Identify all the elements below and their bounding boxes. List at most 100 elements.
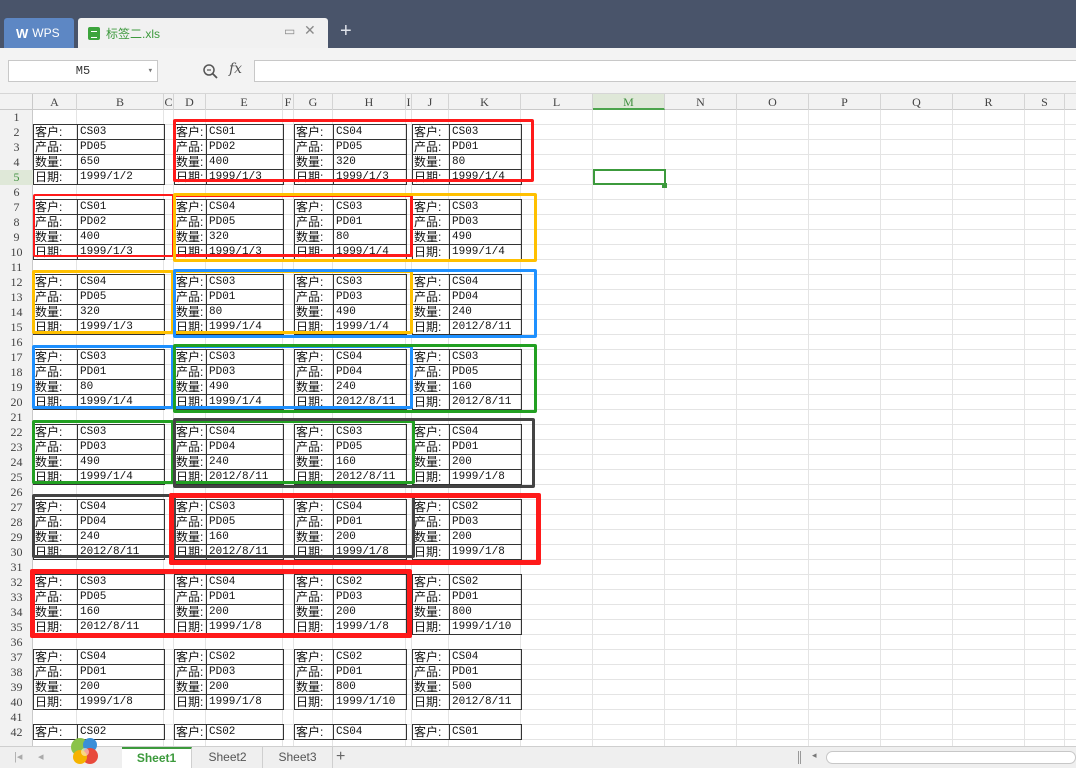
card-field-value[interactable]: PD04 — [450, 290, 522, 304]
scroll-left-icon[interactable]: ◂ — [812, 750, 817, 761]
column-header-l[interactable]: L — [521, 94, 593, 110]
card-field-value[interactable]: 1999/1/3 — [78, 245, 165, 259]
card-field-value[interactable]: CS02 — [334, 650, 407, 664]
column-header-a[interactable]: A — [33, 94, 77, 110]
card-field-value[interactable]: 800 — [334, 680, 407, 694]
column-header-m[interactable]: M — [593, 94, 665, 110]
card-field-value[interactable]: 1999/1/3 — [78, 320, 165, 334]
row-header-6[interactable]: 6 — [0, 185, 33, 200]
card-field-value[interactable]: PD03 — [207, 665, 284, 679]
card-field-value[interactable]: CS04 — [334, 125, 407, 139]
card-field-value[interactable]: 1999/1/4 — [78, 395, 165, 409]
card-field-value[interactable]: PD04 — [334, 365, 407, 379]
card-field-value[interactable]: CS02 — [450, 575, 522, 589]
card-field-value[interactable]: PD01 — [450, 665, 522, 679]
card-field-value[interactable]: PD01 — [450, 590, 522, 604]
close-icon[interactable]: ✕ — [304, 22, 316, 39]
card-field-value[interactable]: CS02 — [450, 500, 522, 514]
sheet-tab-sheet3[interactable]: Sheet3 — [263, 747, 333, 768]
column-header-e[interactable]: E — [206, 94, 283, 110]
row-header-17[interactable]: 17 — [0, 350, 33, 365]
row-header-8[interactable]: 8 — [0, 215, 33, 230]
card-field-value[interactable]: 2012/8/11 — [450, 695, 522, 709]
card-field-value[interactable]: 1999/1/8 — [334, 620, 407, 634]
card-field-value[interactable]: CS01 — [78, 200, 165, 214]
column-header-g[interactable]: G — [294, 94, 333, 110]
card-field-value[interactable]: PD04 — [78, 515, 165, 529]
card-field-value[interactable]: 160 — [450, 380, 522, 394]
card-field-value[interactable]: 200 — [78, 680, 165, 694]
card-field-value[interactable]: CS04 — [334, 500, 407, 514]
horizontal-scrollbar[interactable] — [826, 751, 1076, 764]
name-box[interactable]: M5 ▾ — [8, 60, 158, 82]
row-header-32[interactable]: 32 — [0, 575, 33, 590]
card-field-value[interactable]: 240 — [450, 305, 522, 319]
row-header-40[interactable]: 40 — [0, 695, 33, 710]
row-header-38[interactable]: 38 — [0, 665, 33, 680]
row-header-13[interactable]: 13 — [0, 290, 33, 305]
card-field-value[interactable]: 1999/1/2 — [78, 170, 165, 184]
card-field-value[interactable]: CS03 — [78, 350, 165, 364]
card-field-value[interactable]: 2012/8/11 — [207, 545, 284, 559]
add-sheet-icon[interactable]: + — [336, 747, 345, 767]
card-field-value[interactable]: 200 — [207, 605, 284, 619]
tab-file[interactable]: 标签二.xls ▭ ✕ — [78, 18, 328, 48]
card-field-value[interactable]: PD02 — [78, 215, 165, 229]
card-field-value[interactable]: PD05 — [334, 140, 407, 154]
card-field-value[interactable]: 200 — [334, 605, 407, 619]
card-field-value[interactable]: 1999/1/3 — [207, 170, 284, 184]
card-field-value[interactable]: PD04 — [207, 440, 284, 454]
column-header-b[interactable]: B — [77, 94, 164, 110]
card-field-value[interactable]: 1999/1/8 — [78, 695, 165, 709]
row-header-42[interactable]: 42 — [0, 725, 33, 740]
card-field-value[interactable]: 2012/8/11 — [78, 545, 165, 559]
card-field-value[interactable]: PD01 — [207, 290, 284, 304]
card-field-value[interactable]: PD05 — [207, 215, 284, 229]
row-header-12[interactable]: 12 — [0, 275, 33, 290]
row-header-2[interactable]: 2 — [0, 125, 33, 140]
card-field-value[interactable]: PD01 — [207, 590, 284, 604]
column-header-r[interactable]: R — [953, 94, 1025, 110]
card-field-value[interactable]: 1999/1/4 — [450, 170, 522, 184]
card-field-value[interactable]: PD01 — [78, 665, 165, 679]
card-field-value[interactable]: PD01 — [334, 215, 407, 229]
card-field-value[interactable]: 1999/1/4 — [334, 320, 407, 334]
column-header-h[interactable]: H — [333, 94, 406, 110]
card-field-value[interactable]: 160 — [78, 605, 165, 619]
row-header-7[interactable]: 7 — [0, 200, 33, 215]
card-field-value[interactable]: 2012/8/11 — [450, 320, 522, 334]
row-header-23[interactable]: 23 — [0, 440, 33, 455]
card-field-value[interactable]: 2012/8/11 — [207, 470, 284, 484]
card-field-value[interactable]: PD05 — [78, 590, 165, 604]
card-field-value[interactable]: 1999/1/3 — [334, 170, 407, 184]
card-field-value[interactable]: 320 — [207, 230, 284, 244]
row-header-25[interactable]: 25 — [0, 470, 33, 485]
row-header-39[interactable]: 39 — [0, 680, 33, 695]
column-header-p[interactable]: P — [809, 94, 881, 110]
column-header-k[interactable]: K — [449, 94, 521, 110]
card-field-value[interactable]: PD01 — [334, 665, 407, 679]
card-field-value[interactable]: 160 — [334, 455, 407, 469]
row-header-24[interactable]: 24 — [0, 455, 33, 470]
card-field-value[interactable]: CS03 — [334, 425, 407, 439]
card-field-value[interactable]: 1999/1/8 — [207, 695, 284, 709]
first-sheet-icon[interactable]: |◂ — [14, 750, 22, 763]
card-field-value[interactable]: CS04 — [450, 650, 522, 664]
card-field-value[interactable]: CS02 — [207, 725, 284, 739]
column-header-j[interactable]: J — [412, 94, 449, 110]
row-header-15[interactable]: 15 — [0, 320, 33, 335]
card-field-value[interactable]: CS03 — [78, 425, 165, 439]
card-field-value[interactable]: CS01 — [450, 725, 522, 739]
row-header-37[interactable]: 37 — [0, 650, 33, 665]
card-field-value[interactable]: 200 — [450, 455, 522, 469]
row-header-20[interactable]: 20 — [0, 395, 33, 410]
card-field-value[interactable]: CS02 — [207, 650, 284, 664]
card-field-value[interactable]: CS03 — [78, 575, 165, 589]
card-field-value[interactable]: 400 — [78, 230, 165, 244]
card-field-value[interactable]: CS04 — [78, 275, 165, 289]
card-field-value[interactable]: PD03 — [334, 590, 407, 604]
card-field-value[interactable]: PD01 — [78, 365, 165, 379]
card-field-value[interactable]: 200 — [334, 530, 407, 544]
card-field-value[interactable]: CS04 — [334, 350, 407, 364]
card-field-value[interactable]: PD01 — [450, 140, 522, 154]
